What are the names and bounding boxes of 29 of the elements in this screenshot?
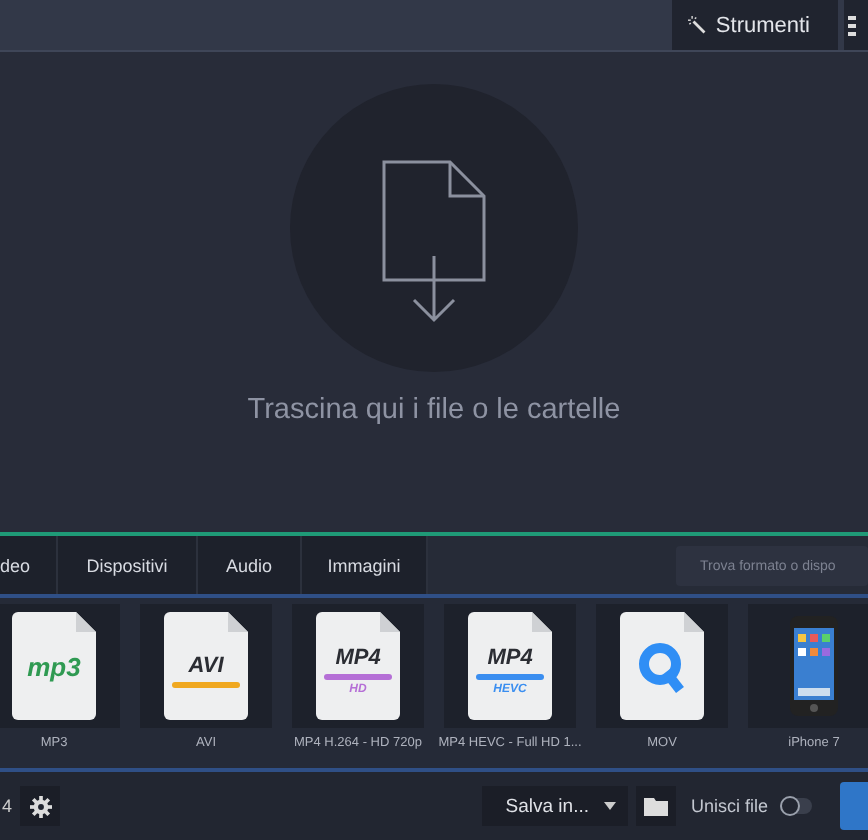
save-location-dropdown[interactable]: Salva in... xyxy=(481,786,629,826)
file-icon xyxy=(316,612,400,720)
folder-icon xyxy=(644,797,669,815)
format-logo: MP4 xyxy=(487,645,533,669)
drop-message: Trascina qui i file o le cartelle xyxy=(247,394,621,426)
format-tab[interactable]: deo xyxy=(0,536,58,594)
merge-toggle[interactable] xyxy=(780,798,812,814)
file-icon xyxy=(164,612,248,720)
format-tab[interactable]: Audio xyxy=(198,536,302,594)
stripe-mark xyxy=(172,681,240,687)
smartphone-icon xyxy=(790,616,838,716)
file-download-icon xyxy=(382,160,486,324)
format-tab[interactable]: Dispositivi xyxy=(58,536,198,594)
format-logo: mp3 xyxy=(27,651,81,681)
menu-icon xyxy=(848,15,856,35)
format-logo: MP4 xyxy=(335,645,381,669)
folder-button[interactable] xyxy=(636,786,677,826)
count-text: 4 xyxy=(2,796,13,816)
caret-icon xyxy=(604,802,617,810)
format-tab[interactable]: Immagini xyxy=(302,536,428,594)
format-logo: AVI xyxy=(188,653,224,677)
file-icon xyxy=(12,612,96,720)
tools-button[interactable]: Strumenti xyxy=(672,0,838,50)
file-icon xyxy=(468,612,552,720)
menu-button[interactable] xyxy=(844,0,868,50)
settings-button[interactable] xyxy=(20,786,61,826)
settings-icon xyxy=(29,795,52,817)
merge-label: Unisci file xyxy=(690,796,768,816)
q-logo-icon xyxy=(638,642,686,694)
